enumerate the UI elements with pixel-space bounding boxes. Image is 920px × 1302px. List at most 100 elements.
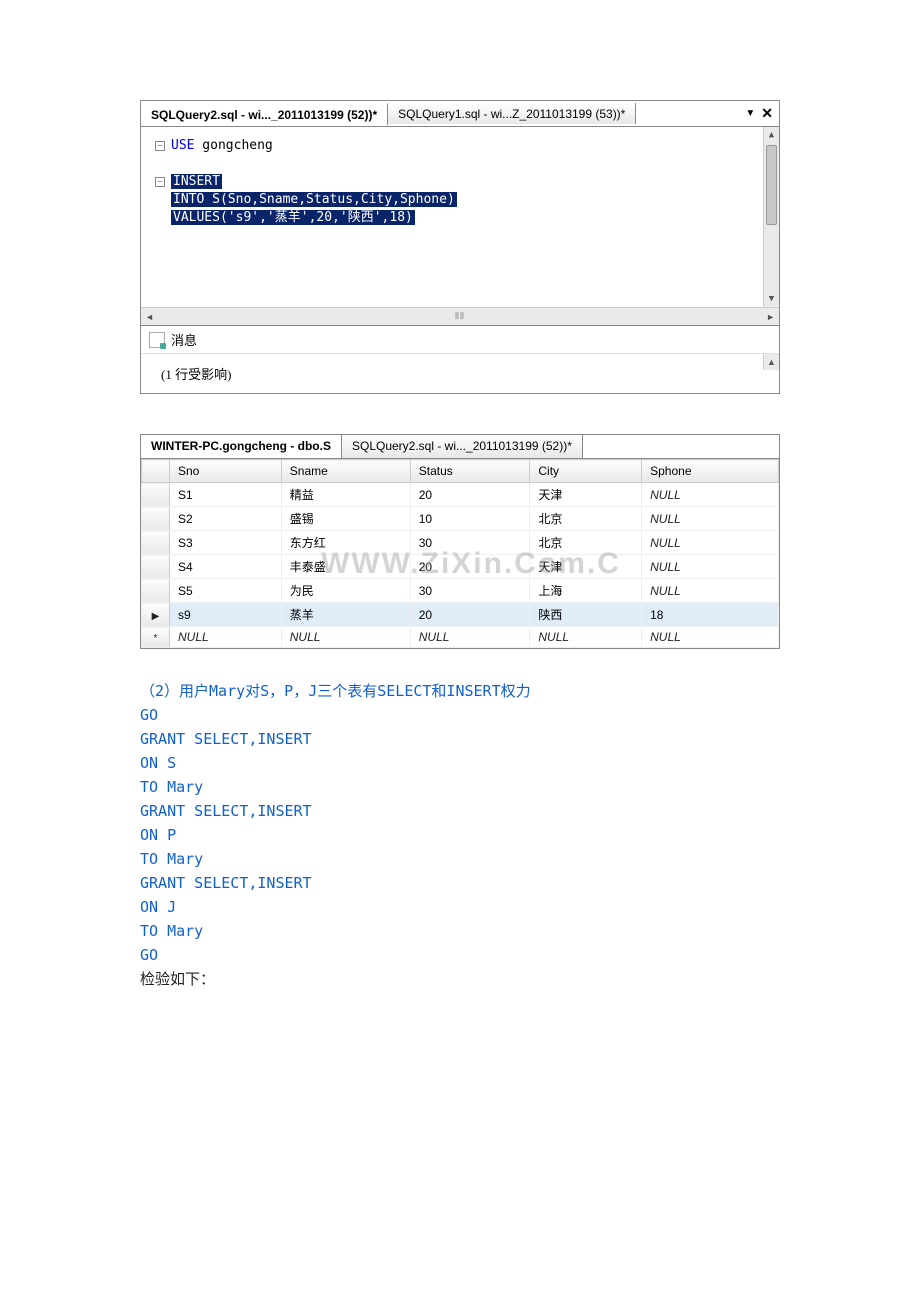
tab-table-dbo-s[interactable]: WINTER-PC.gongcheng - dbo.S — [141, 435, 342, 458]
row-header-corner — [142, 460, 170, 483]
tab-sqlquery1[interactable]: SQLQuery1.sql - wi...Z_2011013199 (53))* — [388, 103, 636, 124]
sql-editor-area[interactable]: − USE gongcheng − INSERT INTO S(Sno,Snam… — [141, 127, 779, 307]
cell-sno[interactable]: S1 — [170, 483, 282, 507]
cell-sname[interactable]: 精益 — [281, 483, 410, 507]
tab-sqlquery2-b[interactable]: SQLQuery2.sql - wi..._2011013199 (52))* — [342, 435, 583, 458]
scrollbar-down-icon[interactable]: ▼ — [764, 291, 779, 307]
cell-status[interactable]: 30 — [410, 579, 530, 603]
row-indicator — [142, 507, 170, 531]
horizontal-scrollbar[interactable]: ◄ ⦀⦀ ► — [141, 307, 779, 325]
cell-sphone[interactable]: 18 — [642, 603, 779, 627]
scrollbar-grip-icon: ⦀⦀ — [455, 311, 465, 322]
scrollbar-left-icon[interactable]: ◄ — [145, 312, 154, 322]
cell-sno[interactable]: S4 — [170, 555, 282, 579]
col-sno[interactable]: Sno — [170, 460, 282, 483]
fold-marker-icon[interactable]: − — [155, 177, 165, 187]
cell-city[interactable]: 北京 — [530, 531, 642, 555]
table-row[interactable]: S4丰泰盛20天津NULL — [142, 555, 779, 579]
sql-editor-window: SQLQuery2.sql - wi..._2011013199 (52))* … — [140, 100, 780, 394]
message-content: (1 行受影响) ▲ — [141, 353, 779, 393]
sql-line: GRANT SELECT,INSERT — [140, 871, 780, 895]
tab-window-controls: ▼ ✕ — [745, 105, 779, 122]
fold-marker-icon[interactable]: − — [155, 141, 165, 151]
cell-sname[interactable]: 丰泰盛 — [281, 555, 410, 579]
message-text: (1 行受影响) — [161, 367, 231, 382]
cell-sphone[interactable]: NULL — [642, 627, 779, 648]
dropdown-icon[interactable]: ▼ — [745, 108, 755, 119]
cell-status[interactable]: 20 — [410, 603, 530, 627]
cell-status[interactable]: 20 — [410, 483, 530, 507]
message-tab-bar: 消息 — [141, 325, 779, 353]
cell-sphone[interactable]: NULL — [642, 555, 779, 579]
cell-sno[interactable]: S3 — [170, 531, 282, 555]
col-city[interactable]: City — [530, 460, 642, 483]
sql-use-kw: USE — [171, 138, 194, 153]
cell-sno[interactable]: S2 — [170, 507, 282, 531]
tab-sqlquery2[interactable]: SQLQuery2.sql - wi..._2011013199 (52))* — [141, 103, 388, 125]
row-indicator — [142, 531, 170, 555]
cell-city[interactable]: 天津 — [530, 555, 642, 579]
row-indicator — [142, 555, 170, 579]
sql-line: TO Mary — [140, 775, 780, 799]
editor-tab-bar: SQLQuery2.sql - wi..._2011013199 (52))* … — [141, 101, 779, 127]
row-indicator — [142, 483, 170, 507]
msg-scroll-up-icon[interactable]: ▲ — [763, 354, 779, 370]
sql-values-line: VALUES('s9','蒸羊',20,'陕西',18) — [171, 210, 415, 225]
col-status[interactable]: Status — [410, 460, 530, 483]
cell-status[interactable]: NULL — [410, 627, 530, 648]
header-row: Sno Sname Status City Sphone — [142, 460, 779, 483]
sql-line: ON S — [140, 751, 780, 775]
sql-line: ON P — [140, 823, 780, 847]
sql-line: ON J — [140, 895, 780, 919]
sql-line: GO — [140, 943, 780, 967]
cell-status[interactable]: 10 — [410, 507, 530, 531]
row-indicator: * — [142, 627, 170, 648]
row-indicator — [142, 579, 170, 603]
close-icon[interactable]: ✕ — [761, 105, 773, 122]
cell-sname[interactable]: 蒸羊 — [281, 603, 410, 627]
cell-status[interactable]: 20 — [410, 555, 530, 579]
cell-sno[interactable]: NULL — [170, 627, 282, 648]
col-sname[interactable]: Sname — [281, 460, 410, 483]
table-row[interactable]: S1精益20天津NULL — [142, 483, 779, 507]
cell-city[interactable]: NULL — [530, 627, 642, 648]
cell-sno[interactable]: s9 — [170, 603, 282, 627]
table-row[interactable]: S2盛锡10北京NULL — [142, 507, 779, 531]
table-row[interactable]: ▶s9蒸羊20陕西18 — [142, 603, 779, 627]
sql-line: TO Mary — [140, 919, 780, 943]
cell-city[interactable]: 陕西 — [530, 603, 642, 627]
table-row[interactable]: *NULLNULLNULLNULLNULL — [142, 627, 779, 648]
cell-sphone[interactable]: NULL — [642, 579, 779, 603]
sql-insert-line: INSERT — [171, 174, 222, 189]
col-sphone[interactable]: Sphone — [642, 460, 779, 483]
scrollbar-right-icon[interactable]: ► — [766, 312, 775, 322]
scrollbar-up-icon[interactable]: ▲ — [764, 127, 779, 143]
cell-sphone[interactable]: NULL — [642, 531, 779, 555]
sql-into-line: INTO S(Sno,Sname,Status,City,Sphone) — [171, 192, 457, 207]
doc-sql-block: （2）用户Mary对S，P，J三个表有SELECT和INSERT权力 GOGRA… — [140, 679, 780, 991]
cell-status[interactable]: 30 — [410, 531, 530, 555]
cell-sphone[interactable]: NULL — [642, 483, 779, 507]
data-grid[interactable]: Sno Sname Status City Sphone S1精益20天津NUL… — [141, 459, 779, 648]
sql-use-rest: gongcheng — [194, 138, 272, 153]
vertical-scrollbar[interactable]: ▲ ▼ — [763, 127, 779, 307]
data-table-window: WINTER-PC.gongcheng - dbo.S SQLQuery2.sq… — [140, 434, 780, 649]
row-indicator: ▶ — [142, 603, 170, 627]
message-tab-label[interactable]: 消息 — [171, 330, 197, 349]
sql-line: GRANT SELECT,INSERT — [140, 727, 780, 751]
cell-sname[interactable]: NULL — [281, 627, 410, 648]
cell-city[interactable]: 天津 — [530, 483, 642, 507]
table-row[interactable]: S3东方红30北京NULL — [142, 531, 779, 555]
scrollbar-thumb[interactable] — [766, 145, 777, 225]
table-row[interactable]: S5为民30上海NULL — [142, 579, 779, 603]
cell-sname[interactable]: 东方红 — [281, 531, 410, 555]
cell-city[interactable]: 上海 — [530, 579, 642, 603]
sql-line: GRANT SELECT,INSERT — [140, 799, 780, 823]
cell-sno[interactable]: S5 — [170, 579, 282, 603]
cell-sname[interactable]: 为民 — [281, 579, 410, 603]
cell-sphone[interactable]: NULL — [642, 507, 779, 531]
cell-sname[interactable]: 盛锡 — [281, 507, 410, 531]
table-tab-bar: WINTER-PC.gongcheng - dbo.S SQLQuery2.sq… — [141, 435, 779, 459]
sql-line: GO — [140, 703, 780, 727]
cell-city[interactable]: 北京 — [530, 507, 642, 531]
